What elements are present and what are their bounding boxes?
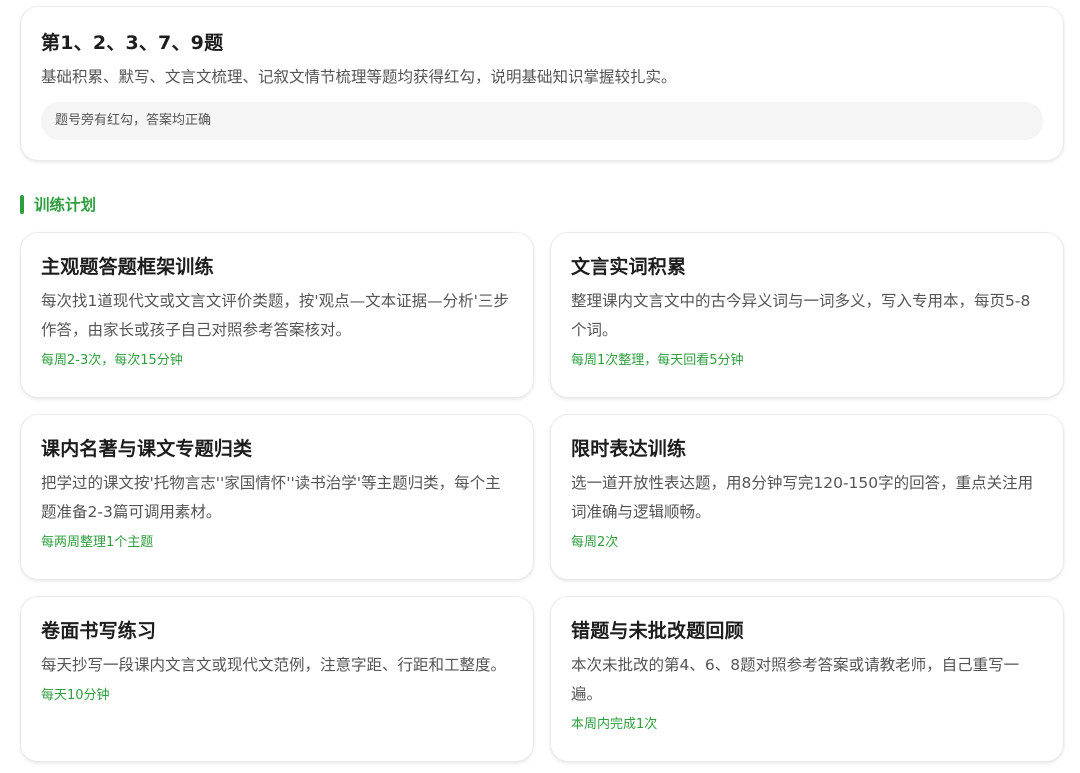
plan-card-frequency: 每周2次 bbox=[571, 535, 619, 550]
page: 第1、2、3、7、9题 基础积累、默写、文言文梳理、记叙文情节梳理等题均获得红勾… bbox=[0, 0, 1080, 773]
plan-card-description: 整理课内文言文中的古今异义词与一词多义，写入专用本，每页5-8个词。 bbox=[571, 292, 1031, 339]
plan-card: 错题与未批改题回顾 本次未批改的第4、6、8题对照参考答案或请教老师，自己重写一… bbox=[550, 596, 1064, 762]
plan-card-description: 本次未批改的第4、6、8题对照参考答案或请教老师，自己重写一遍。 bbox=[571, 656, 1020, 703]
summary-note: 题号旁有红勾，答案均正确 bbox=[41, 102, 1043, 140]
summary-title: 第1、2、3、7、9题 bbox=[41, 32, 224, 54]
plan-card-description: 每天抄写一段课内文言文或现代文范例，注意字距、行距和工整度。 bbox=[41, 656, 507, 674]
plan-card-title: 卷面书写练习 bbox=[41, 620, 157, 642]
section-accent-bar bbox=[20, 194, 24, 214]
plan-card: 卷面书写练习 每天抄写一段课内文言文或现代文范例，注意字距、行距和工整度。 每天… bbox=[20, 596, 534, 762]
plan-card-frequency: 每周2-3次，每次15分钟 bbox=[41, 353, 183, 368]
plan-card: 课内名著与课文专题归类 把学过的课文按'托物言志''家国情怀''读书治学'等主题… bbox=[20, 414, 534, 580]
plan-card-frequency: 每两周整理1个主题 bbox=[41, 535, 154, 550]
plan-card-frequency: 每天10分钟 bbox=[41, 688, 110, 703]
plan-card-description: 把学过的课文按'托物言志''家国情怀''读书治学'等主题归类，每个主题准备2-3… bbox=[41, 474, 501, 521]
plan-card: 文言实词积累 整理课内文言文中的古今异义词与一词多义，写入专用本，每页5-8个词… bbox=[550, 232, 1064, 398]
section-title: 训练计划 bbox=[34, 196, 97, 214]
plan-card-title: 限时表达训练 bbox=[571, 438, 687, 460]
summary-card: 第1、2、3、7、9题 基础积累、默写、文言文梳理、记叙文情节梳理等题均获得红勾… bbox=[20, 6, 1064, 161]
plan-card-frequency: 本周内完成1次 bbox=[571, 717, 658, 732]
section-heading: 训练计划 bbox=[20, 193, 96, 215]
plan-card: 主观题答题框架训练 每次找1道现代文或文言文评价类题，按'观点—文本证据—分析'… bbox=[20, 232, 534, 398]
plan-card-title: 课内名著与课文专题归类 bbox=[41, 438, 253, 460]
plan-card-frequency: 每周1次整理，每天回看5分钟 bbox=[571, 353, 744, 368]
plan-card-description: 每次找1道现代文或文言文评价类题，按'观点—文本证据—分析'三步作答，由家长或孩… bbox=[41, 292, 509, 339]
summary-description: 基础积累、默写、文言文梳理、记叙文情节梳理等题均获得红勾，说明基础知识掌握较扎实… bbox=[41, 68, 677, 86]
plan-card-title: 主观题答题框架训练 bbox=[41, 256, 214, 278]
plan-card-description: 选一道开放性表达题，用8分钟写完120-150字的回答，重点关注用词准确与逻辑顺… bbox=[571, 474, 1034, 521]
plan-card: 限时表达训练 选一道开放性表达题，用8分钟写完120-150字的回答，重点关注用… bbox=[550, 414, 1064, 580]
plan-card-title: 错题与未批改题回顾 bbox=[571, 620, 744, 642]
plan-card-title: 文言实词积累 bbox=[571, 256, 687, 278]
